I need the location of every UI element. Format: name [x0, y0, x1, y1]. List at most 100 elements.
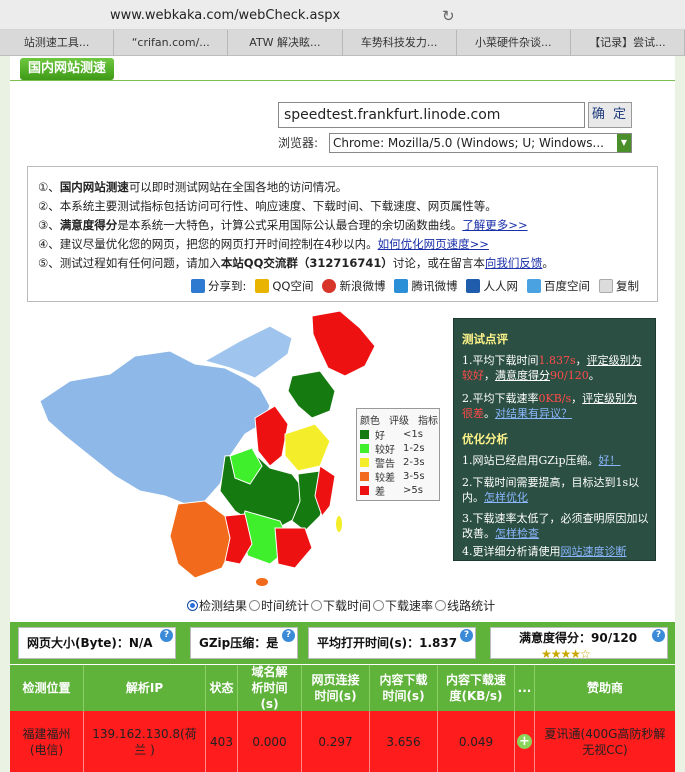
tab-download-speed[interactable]: 下载速率 [385, 597, 433, 614]
share-renren[interactable]: 人人网 [483, 278, 518, 294]
info-panel: ①、国内网站测速可以即时测试网站在全国各地的访问情况。 ②、本系统主要测试指标包… [27, 166, 658, 302]
map-region-southwest [169, 500, 236, 579]
copy-icon[interactable] [598, 279, 613, 293]
analysis-panel: 测试点评 1.平均下载时间1.837s，评定级别为 较好，满意度得分90/120… [453, 318, 656, 561]
table-row: 福建福州(电信) 139.162.130.8(荷兰 ) 403 0.000 0.… [10, 711, 675, 772]
help-icon[interactable]: ? [160, 629, 173, 642]
url-field[interactable]: www.webkaka.com/webCheck.aspx ↻ [0, 3, 465, 27]
map-region-red-central [254, 405, 289, 467]
satisfaction-stat: 满意度得分：90/120 ★★★★☆ ? [490, 627, 668, 661]
cell-sponsor[interactable]: 夏讯通(400G高防秒解无视CC) [535, 711, 675, 772]
share-weibo[interactable]: 新浪微博 [339, 278, 385, 294]
map-region-guangdong [274, 527, 313, 569]
cell-download: 3.656 [370, 711, 438, 772]
col-connect: 网页连接时间(s) [302, 665, 370, 711]
chevron-down-icon[interactable]: ▼ [617, 134, 631, 152]
review-item-2: 2.平均下载速率0KB/s，评定级别为 很差。对结果有异议？ [462, 392, 638, 420]
review-item-1: 1.平均下载时间1.837s，评定级别为 较好，满意度得分90/120。 [462, 354, 642, 382]
optimize-item-3: 3.下载速率太低了，必须查明原因加以改善。怎样检查 [462, 512, 649, 540]
info-line-3: ③、满意度得分是本系统一大特色，计算公式采用国际公认最合理的余切函数曲线。了解更… [38, 218, 528, 232]
col-speed: 内容下载速度(KB/s) [438, 665, 515, 711]
map-region-north [287, 370, 336, 419]
rating-stars: ★★★★☆ [541, 647, 591, 661]
map-region-east-yellow [284, 423, 331, 472]
section-title[interactable]: 国内网站测速 [20, 58, 115, 80]
share-label: 分享到: [208, 279, 247, 293]
weibo-icon[interactable] [322, 279, 337, 293]
legend-row: 好 <1s [360, 427, 438, 442]
avg-open-stat: 平均打开时间(s)：1.837 ? [308, 627, 476, 659]
radio-download-time[interactable] [311, 600, 323, 611]
address-bar: www.webkaka.com/webCheck.aspx ↻ [0, 0, 685, 30]
cell-location: 福建福州(电信) [10, 711, 84, 772]
legend-header: 颜色 评级 指标 [360, 416, 438, 427]
browser-tab[interactable]: 【记录】尝试... [571, 30, 685, 56]
view-tabs: 检测结果 时间统计 下载时间 下载速率 线路统计 [185, 597, 495, 614]
browser-tab[interactable]: 站测速工具... [0, 30, 115, 56]
col-status: 状态 [206, 665, 238, 711]
browser-label: 浏览器: [278, 136, 319, 150]
radio-download-speed[interactable] [373, 600, 385, 611]
col-more: ... [515, 665, 535, 711]
legend-row: 较差 3-5s [360, 469, 438, 484]
how-optimize-link[interactable]: 怎样优化 [484, 491, 528, 504]
radio-line-stats[interactable] [435, 600, 447, 611]
browser-tab[interactable]: 车势科技发力... [343, 30, 457, 56]
confirm-button[interactable]: 确 定 [588, 102, 632, 128]
cell-ip: 139.162.130.8(荷兰 ) [84, 711, 206, 772]
radio-results[interactable] [187, 600, 198, 611]
tab-time-stats[interactable]: 时间统计 [261, 597, 309, 614]
browser-tab[interactable]: 小菜硬件杂谈... [457, 30, 571, 56]
info-line-1: ①、国内网站测速可以即时测试网站在全国各地的访问情况。 [38, 180, 348, 194]
cell-connect: 0.297 [302, 711, 370, 772]
how-check-link[interactable]: 怎样检查 [495, 527, 539, 540]
col-download: 内容下载时间(s) [370, 665, 438, 711]
qzone-icon[interactable] [255, 279, 270, 293]
tab-line-stats[interactable]: 线路统计 [447, 597, 495, 614]
cell-speed: 0.049 [438, 711, 515, 772]
share-qzone[interactable]: QQ空间 [272, 278, 313, 294]
baidu-icon[interactable] [526, 279, 541, 293]
tab-strip: 站测速工具... “crifan.com/... ATW 解决眩... 车势科技… [0, 30, 685, 56]
gzip-good-link[interactable]: 好！ [598, 454, 620, 467]
page-size-stat: 网页大小(Byte)：N/A ? [18, 627, 176, 659]
share-row: 分享到: QQ空间 新浪微博 腾讯微博 人人网 百度空间 复制 [191, 278, 639, 294]
browser-tab[interactable]: ATW 解决眩... [228, 30, 343, 56]
share-plus-icon [191, 279, 205, 293]
help-icon[interactable]: ? [460, 629, 473, 642]
test-url-input[interactable]: speedtest.frankfurt.linode.com [278, 102, 585, 128]
browser-select[interactable]: Chrome: Mozilla/5.0 (Windows; U; Windows… [329, 133, 632, 153]
share-tencent[interactable]: 腾讯微博 [411, 278, 457, 294]
info-line-4: ④、建议尽量优化您的网页，把您的网页打开时间控制在4秒以内。如何优化网页速度>> [38, 237, 489, 251]
help-icon[interactable]: ? [652, 629, 665, 642]
col-dns: 域名解析时间(s) [238, 665, 302, 711]
speed-diagnosis-link[interactable]: 网站速度诊断 [561, 545, 627, 558]
share-baidu[interactable]: 百度空间 [544, 278, 590, 294]
map-region-taiwan [336, 516, 342, 532]
plus-icon[interactable]: + [517, 734, 532, 749]
map-region-northeast [311, 310, 376, 377]
learn-more-link[interactable]: 了解更多>> [462, 218, 527, 232]
renren-icon[interactable] [466, 279, 481, 293]
cell-status: 403 [206, 711, 238, 772]
legend-row: 警告 2-3s [360, 455, 438, 470]
cell-dns: 0.000 [238, 711, 302, 772]
dispute-link[interactable]: 对结果有异议？ [495, 407, 572, 420]
col-location: 检测位置 [10, 665, 84, 711]
col-sponsor: 赞助商 [586, 681, 623, 695]
browser-tab[interactable]: “crifan.com/... [114, 30, 229, 56]
share-copy[interactable]: 复制 [616, 278, 639, 294]
stats-row: 网页大小(Byte)：N/A ? GZip压缩：是 ? 平均打开时间(s)：1.… [10, 622, 675, 664]
feedback-link[interactable]: 向我们反馈 [485, 256, 543, 270]
side-border-left [0, 56, 10, 772]
help-icon[interactable]: ? [282, 629, 295, 642]
tencent-weibo-icon[interactable] [394, 279, 409, 293]
col-ip: 解析IP [84, 665, 206, 711]
radio-time-stats[interactable] [249, 600, 261, 611]
tab-download-time[interactable]: 下载时间 [323, 597, 371, 614]
tab-results[interactable]: 检测结果 [199, 597, 247, 614]
optimize-item-2: 2.下载时间需要提高，目标达到1s以内。怎样优化 [462, 476, 640, 504]
section-divider [10, 80, 675, 81]
optimize-link[interactable]: 如何优化网页速度>> [378, 237, 489, 251]
reload-icon[interactable]: ↻ [442, 7, 455, 25]
